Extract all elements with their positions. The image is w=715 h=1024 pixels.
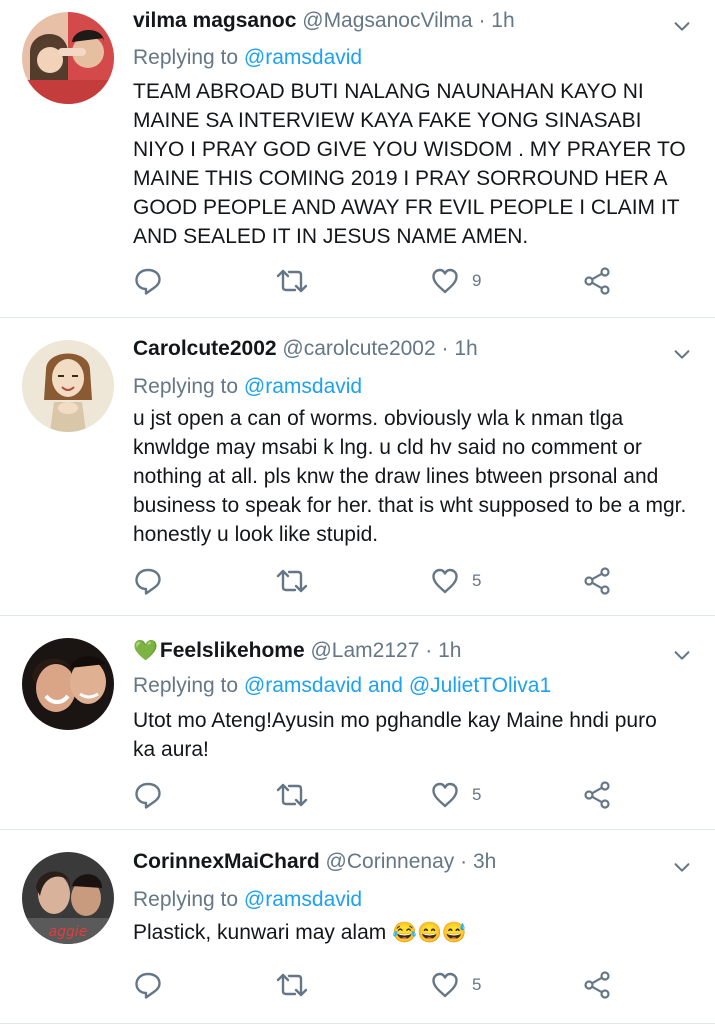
user-handle[interactable]: @Lam2127 [310,639,419,662]
reply-mention-link[interactable]: @ramsdavid [244,674,362,697]
avatar[interactable] [22,12,114,104]
replying-to: Replying to @ramsdavid and @JulietTOliva… [133,672,685,700]
timestamp[interactable]: 3h [473,850,496,873]
share-icon [582,780,612,810]
retweet-button[interactable] [275,564,309,598]
tweet-actions: 9 [0,264,715,298]
reply-icon [133,780,163,810]
separator-dot: · [441,337,449,360]
user-handle[interactable]: @Corinnenay [326,850,455,873]
reply-button[interactable] [133,968,163,1002]
like-button[interactable]: 5 [430,778,481,812]
avatar[interactable] [22,340,114,432]
tweet-item[interactable]: 💚Feelslikehome @Lam2127 · 1h Replying to… [0,616,715,830]
retweet-icon [275,970,309,1000]
chevron-down-icon[interactable] [671,343,693,365]
replying-to-label: Replying to [133,674,239,697]
display-name[interactable]: Carolcute2002 [133,337,277,360]
tweet-text: Plastick, kunwari may alam 😂😄😅 [133,918,691,948]
retweet-icon [275,566,309,596]
replying-to-label: Replying to [133,888,239,911]
separator-dot: · [478,9,486,32]
retweet-button[interactable] [275,778,309,812]
green-heart-emoji: 💚 [133,640,158,662]
reply-button[interactable] [133,564,163,598]
chevron-down-icon[interactable] [671,644,693,666]
retweet-button[interactable] [275,264,309,298]
tweet-actions: 5 [0,968,715,1002]
share-icon [582,970,612,1000]
tweet-header: Carolcute2002 @carolcute2002 · 1h [133,336,655,362]
share-button[interactable] [582,264,612,298]
tweet-text-body: Plastick, kunwari may alam [133,921,387,944]
replying-to: Replying to @ramsdavid [133,44,685,72]
like-count: 5 [472,785,482,804]
timestamp[interactable]: 1h [438,639,461,662]
share-icon [582,566,612,596]
reply-mention-link[interactable]: @ramsdavid [244,888,362,911]
timestamp[interactable]: 1h [491,9,514,32]
share-button[interactable] [582,968,612,1002]
reply-icon [133,266,163,296]
display-name[interactable]: CorinnexMaiChard [133,850,320,873]
tweet-item[interactable]: vilma magsanoc @MagsanocVilma · 1h Reply… [0,0,715,318]
timestamp[interactable]: 1h [454,337,477,360]
like-count: 9 [472,271,482,290]
like-button[interactable]: 5 [430,968,481,1002]
like-button[interactable]: 9 [430,264,481,298]
reply-mention-link-2[interactable]: @JulietTOliva1 [409,674,551,697]
tweet-actions: 5 [0,778,715,812]
avatar-watermark: aggie [49,924,88,940]
tweet-actions: 5 [0,564,715,598]
separator-dot: · [460,850,468,873]
reply-mention-link[interactable]: @ramsdavid [244,46,362,69]
tweet-header: CorinnexMaiChard @Corinnenay · 3h [133,849,655,875]
reply-icon [133,566,163,596]
like-icon [430,566,460,596]
tweet-header: vilma magsanoc @MagsanocVilma · 1h [133,8,655,34]
share-button[interactable] [582,778,612,812]
user-handle[interactable]: @MagsanocVilma [302,9,472,32]
replying-to-label: Replying to [133,375,239,398]
like-icon [430,970,460,1000]
tweet-text: TEAM ABROAD BUTI NALANG NAUNAHAN KAYO NI… [133,80,686,248]
replying-to: Replying to @ramsdavid [133,373,685,401]
like-count: 5 [472,571,482,590]
replying-to-label: Replying to [133,46,239,69]
like-icon [430,780,460,810]
display-name[interactable]: vilma magsanoc [133,9,296,32]
replying-to: Replying to @ramsdavid [133,886,685,914]
retweet-button[interactable] [275,968,309,1002]
like-count: 5 [472,975,482,994]
tweet-item[interactable]: Carolcute2002 @carolcute2002 · 1h Replyi… [0,318,715,616]
user-handle[interactable]: @carolcute2002 [282,337,435,360]
reply-button[interactable] [133,264,163,298]
share-icon [582,266,612,296]
reply-icon [133,970,163,1000]
reply-mention-link[interactable]: @ramsdavid [244,375,362,398]
avatar[interactable] [22,638,114,730]
retweet-icon [275,266,309,296]
avatar[interactable]: aggie [22,852,114,944]
tweet-emoji: 😂😄😅 [392,922,467,944]
tweet-text: Utot mo Ateng!Ayusin mo pghandle kay Mai… [133,709,657,761]
reply-and-label: and [367,674,403,697]
share-button[interactable] [582,564,612,598]
tweet-header: 💚Feelslikehome @Lam2127 · 1h [133,638,655,664]
tweet-text: u jst open a can of worms. obviously wla… [133,407,687,546]
separator-dot: · [425,639,433,662]
reply-button[interactable] [133,778,163,812]
chevron-down-icon[interactable] [671,15,693,37]
like-button[interactable]: 5 [430,564,481,598]
chevron-down-icon[interactable] [671,856,693,878]
like-icon [430,266,460,296]
display-name[interactable]: Feelslikehome [160,639,305,662]
retweet-icon [275,780,309,810]
tweet-item[interactable]: aggie CorinnexMaiChard @Corinnenay · 3h … [0,830,715,1024]
